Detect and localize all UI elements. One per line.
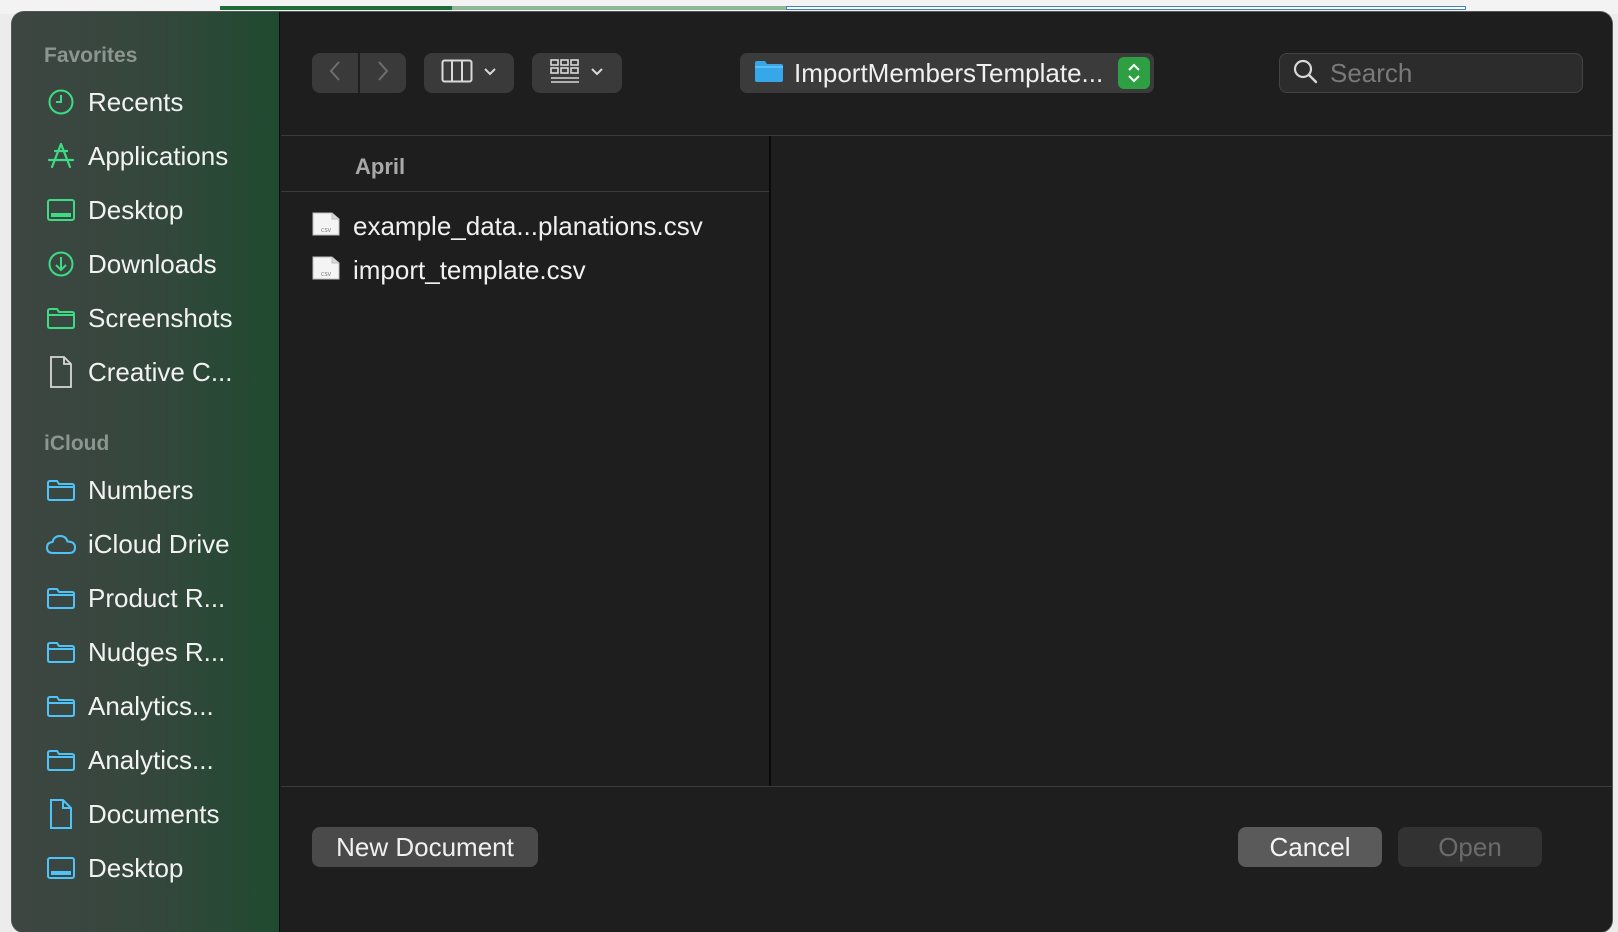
file-name: example_data...planations.csv — [353, 210, 703, 241]
sidebar-item-label: iCloud Drive — [88, 528, 230, 559]
chevron-left-icon — [328, 59, 342, 88]
toolbar: ImportMembersTemplate... — [281, 12, 1612, 136]
sidebar-item-label: Analytics... — [88, 690, 214, 721]
file-item[interactable]: CSV import_template.csv — [311, 250, 586, 290]
open-file-dialog: Favorites Recents Applications Desktop D… — [12, 12, 1612, 932]
sidebar-item-label: Nudges R... — [88, 636, 226, 667]
file-name: import_template.csv — [353, 254, 586, 285]
sidebar-item-icloud-drive[interactable]: iCloud Drive — [44, 524, 274, 564]
sidebar-item-analytics-2[interactable]: Analytics... — [44, 740, 274, 780]
back-button[interactable] — [312, 53, 358, 93]
sidebar-item-downloads[interactable]: Downloads — [44, 244, 274, 284]
sidebar-item-nudges-r[interactable]: Nudges R... — [44, 632, 274, 672]
sidebar-item-icloud-desktop[interactable]: Desktop — [44, 848, 274, 888]
csv-file-icon: CSV — [311, 211, 341, 242]
sidebar-item-analytics-1[interactable]: Analytics... — [44, 686, 274, 726]
sidebar-item-documents[interactable]: Documents — [44, 794, 274, 834]
up-down-arrows-icon — [1118, 57, 1150, 89]
search-field[interactable] — [1279, 53, 1583, 93]
sidebar-item-label: Desktop — [88, 852, 184, 883]
sidebar-item-label: Screenshots — [88, 302, 233, 333]
clock-icon — [44, 85, 78, 119]
chevron-down-icon — [590, 64, 604, 82]
folder-icon — [44, 473, 78, 507]
svg-text:CSV: CSV — [321, 272, 332, 278]
sidebar-item-label: Product R... — [88, 582, 226, 613]
sidebar-item-recents[interactable]: Recents — [44, 82, 274, 122]
sidebar: Favorites Recents Applications Desktop D… — [12, 12, 280, 932]
folder-icon — [754, 59, 784, 88]
view-mode-button[interactable] — [424, 53, 514, 93]
columns-view-icon — [441, 59, 473, 88]
folder-icon — [44, 581, 78, 615]
sidebar-item-creative-cloud[interactable]: Creative C... — [44, 352, 274, 392]
folder-icon — [44, 743, 78, 777]
document-icon — [44, 355, 78, 389]
search-icon — [1292, 58, 1318, 89]
file-column: April CSV example_data...planations.csv … — [281, 136, 771, 786]
footer-divider — [281, 786, 1612, 787]
sidebar-item-numbers[interactable]: Numbers — [44, 470, 274, 510]
sidebar-item-product-r[interactable]: Product R... — [44, 578, 274, 618]
desktop-icon — [44, 193, 78, 227]
open-button[interactable]: Open — [1398, 827, 1542, 867]
background-tab — [452, 6, 786, 10]
applications-icon — [44, 139, 78, 173]
search-input[interactable] — [1330, 57, 1570, 89]
cloud-icon — [44, 527, 78, 561]
group-by-button[interactable] — [532, 53, 622, 93]
svg-text:CSV: CSV — [321, 228, 332, 234]
sidebar-item-label: Downloads — [88, 248, 217, 279]
icloud-header: iCloud — [44, 432, 110, 455]
grid-icon — [550, 58, 580, 88]
favorites-header: Favorites — [44, 44, 138, 67]
cancel-button[interactable]: Cancel — [1238, 827, 1382, 867]
csv-file-icon: CSV — [311, 255, 341, 286]
document-icon — [44, 797, 78, 831]
sidebar-item-label: Desktop — [88, 194, 184, 225]
downloads-icon — [44, 247, 78, 281]
sidebar-item-label: Applications — [88, 140, 229, 171]
file-browser: ImportMembersTemplate... April CSV — [281, 12, 1612, 932]
folder-icon — [44, 635, 78, 669]
folder-icon — [44, 301, 78, 335]
column-group-header: April — [281, 136, 769, 192]
background-tab-active — [220, 6, 452, 10]
group-title: April — [355, 154, 406, 179]
new-document-button[interactable]: New Document — [312, 827, 538, 867]
chevron-right-icon — [376, 59, 390, 88]
sidebar-item-screenshots[interactable]: Screenshots — [44, 298, 274, 338]
sidebar-item-label: Recents — [88, 86, 184, 117]
sidebar-item-label: Analytics... — [88, 744, 214, 775]
sidebar-item-label: Numbers — [88, 474, 194, 505]
sidebar-item-desktop[interactable]: Desktop — [44, 190, 274, 230]
file-item[interactable]: CSV example_data...planations.csv — [311, 206, 703, 246]
location-name: ImportMembersTemplate... — [794, 57, 1104, 88]
desktop-icon — [44, 851, 78, 885]
sidebar-item-applications[interactable]: Applications — [44, 136, 274, 176]
sidebar-item-label: Documents — [88, 798, 220, 829]
background-field — [786, 6, 1466, 10]
forward-button[interactable] — [360, 53, 406, 93]
chevron-down-icon — [483, 64, 497, 82]
folder-icon — [44, 689, 78, 723]
location-popup[interactable]: ImportMembersTemplate... — [740, 53, 1154, 93]
sidebar-item-label: Creative C... — [88, 356, 233, 387]
